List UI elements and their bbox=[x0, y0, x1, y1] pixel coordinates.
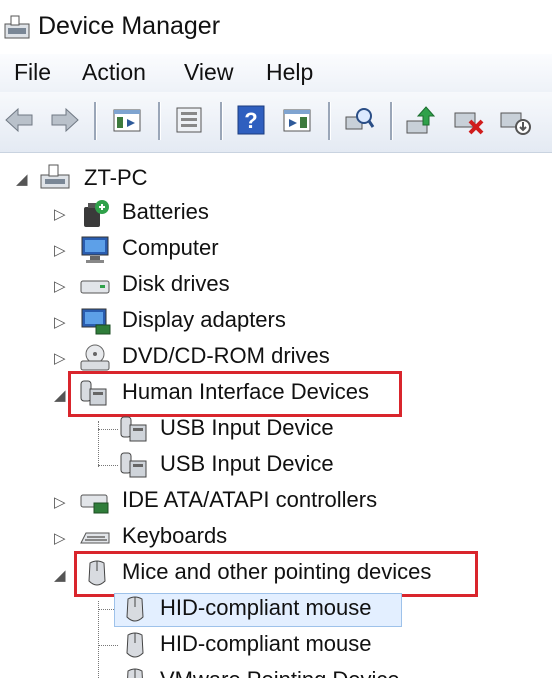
tree-item-label: Mice and other pointing devices bbox=[122, 559, 432, 584]
tree-item-keyboards[interactable]: ▷ Keyboards bbox=[0, 519, 552, 555]
uninstall-icon[interactable] bbox=[452, 103, 486, 137]
mouse-icon bbox=[118, 593, 152, 625]
disk-drive-icon bbox=[78, 269, 112, 301]
device-tree: ◢ ZT-PC ▷ Batteries ▷ Computer ▷ Disk dr… bbox=[0, 153, 552, 678]
tree-item-label: VMware Pointing Device bbox=[160, 667, 400, 678]
ide-controller-icon bbox=[78, 485, 112, 517]
toolbar-separator bbox=[94, 102, 97, 140]
update-driver-icon[interactable] bbox=[404, 103, 438, 137]
scan-hardware-icon[interactable] bbox=[342, 103, 376, 137]
tree-item-mice[interactable]: ◢ Mice and other pointing devices bbox=[0, 555, 552, 591]
mouse-icon bbox=[118, 665, 152, 678]
back-icon[interactable] bbox=[2, 103, 36, 137]
dvd-drive-icon bbox=[78, 341, 112, 373]
forward-icon[interactable] bbox=[48, 103, 82, 137]
window-title: Device Manager bbox=[38, 12, 221, 40]
usb-device-icon bbox=[116, 449, 150, 481]
menu-bar: File Action View Help bbox=[0, 54, 552, 92]
toolbar-separator bbox=[390, 102, 393, 140]
tree-item-disk-drives[interactable]: ▷ Disk drives bbox=[0, 267, 552, 303]
tree-item-label: Display adapters bbox=[122, 307, 286, 332]
tree-item-vmware-pointing-device[interactable]: VMware Pointing Device bbox=[0, 663, 552, 678]
expand-arrow-icon[interactable]: ▷ bbox=[54, 205, 66, 223]
tree-item-label: HID-compliant mouse bbox=[160, 595, 372, 620]
battery-icon bbox=[78, 197, 112, 229]
menu-file[interactable]: File bbox=[14, 59, 51, 86]
menu-help[interactable]: Help bbox=[266, 59, 313, 86]
tree-item-hid-compliant-mouse[interactable]: HID-compliant mouse bbox=[0, 591, 552, 627]
toolbar-separator bbox=[158, 102, 161, 140]
computer-icon bbox=[78, 233, 112, 265]
tree-item-usb-input-device[interactable]: USB Input Device bbox=[0, 447, 552, 483]
keyboard-icon bbox=[78, 521, 112, 553]
console-tree-icon[interactable] bbox=[110, 103, 144, 137]
menu-view[interactable]: View bbox=[184, 59, 233, 86]
help-icon[interactable]: ? bbox=[234, 103, 268, 137]
usb-device-icon bbox=[116, 413, 150, 445]
title-bar: Device Manager bbox=[0, 0, 552, 54]
tree-item-computer[interactable]: ▷ Computer bbox=[0, 231, 552, 267]
tree-item-display-adapters[interactable]: ▷ Display adapters bbox=[0, 303, 552, 339]
mouse-icon bbox=[80, 557, 114, 589]
expand-arrow-icon[interactable]: ▷ bbox=[54, 241, 66, 259]
properties-icon[interactable] bbox=[172, 103, 206, 137]
tree-item-label: USB Input Device bbox=[160, 451, 334, 476]
hid-icon bbox=[76, 377, 110, 409]
display-adapter-icon bbox=[78, 305, 112, 337]
svg-text:?: ? bbox=[244, 108, 257, 133]
collapse-arrow-icon[interactable]: ◢ bbox=[54, 566, 66, 584]
tree-root[interactable]: ◢ ZT-PC bbox=[0, 159, 552, 195]
tree-item-usb-input-device[interactable]: USB Input Device bbox=[0, 411, 552, 447]
device-manager-icon bbox=[2, 14, 32, 42]
tree-item-label: Disk drives bbox=[122, 271, 230, 296]
expand-arrow-icon[interactable]: ▷ bbox=[54, 349, 66, 367]
computer-root-icon bbox=[38, 161, 72, 193]
mouse-icon bbox=[118, 629, 152, 661]
expand-arrow-icon[interactable]: ▷ bbox=[54, 529, 66, 547]
tree-item-label: DVD/CD-ROM drives bbox=[122, 343, 330, 368]
tree-item-label: HID-compliant mouse bbox=[160, 631, 372, 656]
tree-item-ide-controllers[interactable]: ▷ IDE ATA/ATAPI controllers bbox=[0, 483, 552, 519]
collapse-arrow-icon[interactable]: ◢ bbox=[16, 170, 28, 188]
menu-action[interactable]: Action bbox=[82, 59, 146, 86]
expand-arrow-icon[interactable]: ▷ bbox=[54, 493, 66, 511]
root-label: ZT-PC bbox=[84, 165, 148, 190]
toolbar-separator bbox=[328, 102, 331, 140]
tree-item-label: Computer bbox=[122, 235, 219, 260]
show-hide-icon[interactable] bbox=[280, 103, 314, 137]
disable-icon[interactable] bbox=[498, 103, 532, 137]
toolbar-separator bbox=[220, 102, 223, 140]
tree-item-label: IDE ATA/ATAPI controllers bbox=[122, 487, 378, 512]
collapse-arrow-icon[interactable]: ◢ bbox=[54, 386, 66, 404]
tree-item-label: Batteries bbox=[122, 199, 209, 224]
toolbar: ? bbox=[0, 92, 552, 153]
tree-item-batteries[interactable]: ▷ Batteries bbox=[0, 195, 552, 231]
tree-item-human-interface-devices[interactable]: ◢ Human Interface Devices bbox=[0, 375, 552, 411]
expand-arrow-icon[interactable]: ▷ bbox=[54, 277, 66, 295]
tree-item-label: Human Interface Devices bbox=[122, 379, 369, 404]
tree-item-dvd-drives[interactable]: ▷ DVD/CD-ROM drives bbox=[0, 339, 552, 375]
tree-item-label: Keyboards bbox=[122, 523, 228, 548]
tree-item-hid-compliant-mouse[interactable]: HID-compliant mouse bbox=[0, 627, 552, 663]
tree-item-label: USB Input Device bbox=[160, 415, 334, 440]
expand-arrow-icon[interactable]: ▷ bbox=[54, 313, 66, 331]
